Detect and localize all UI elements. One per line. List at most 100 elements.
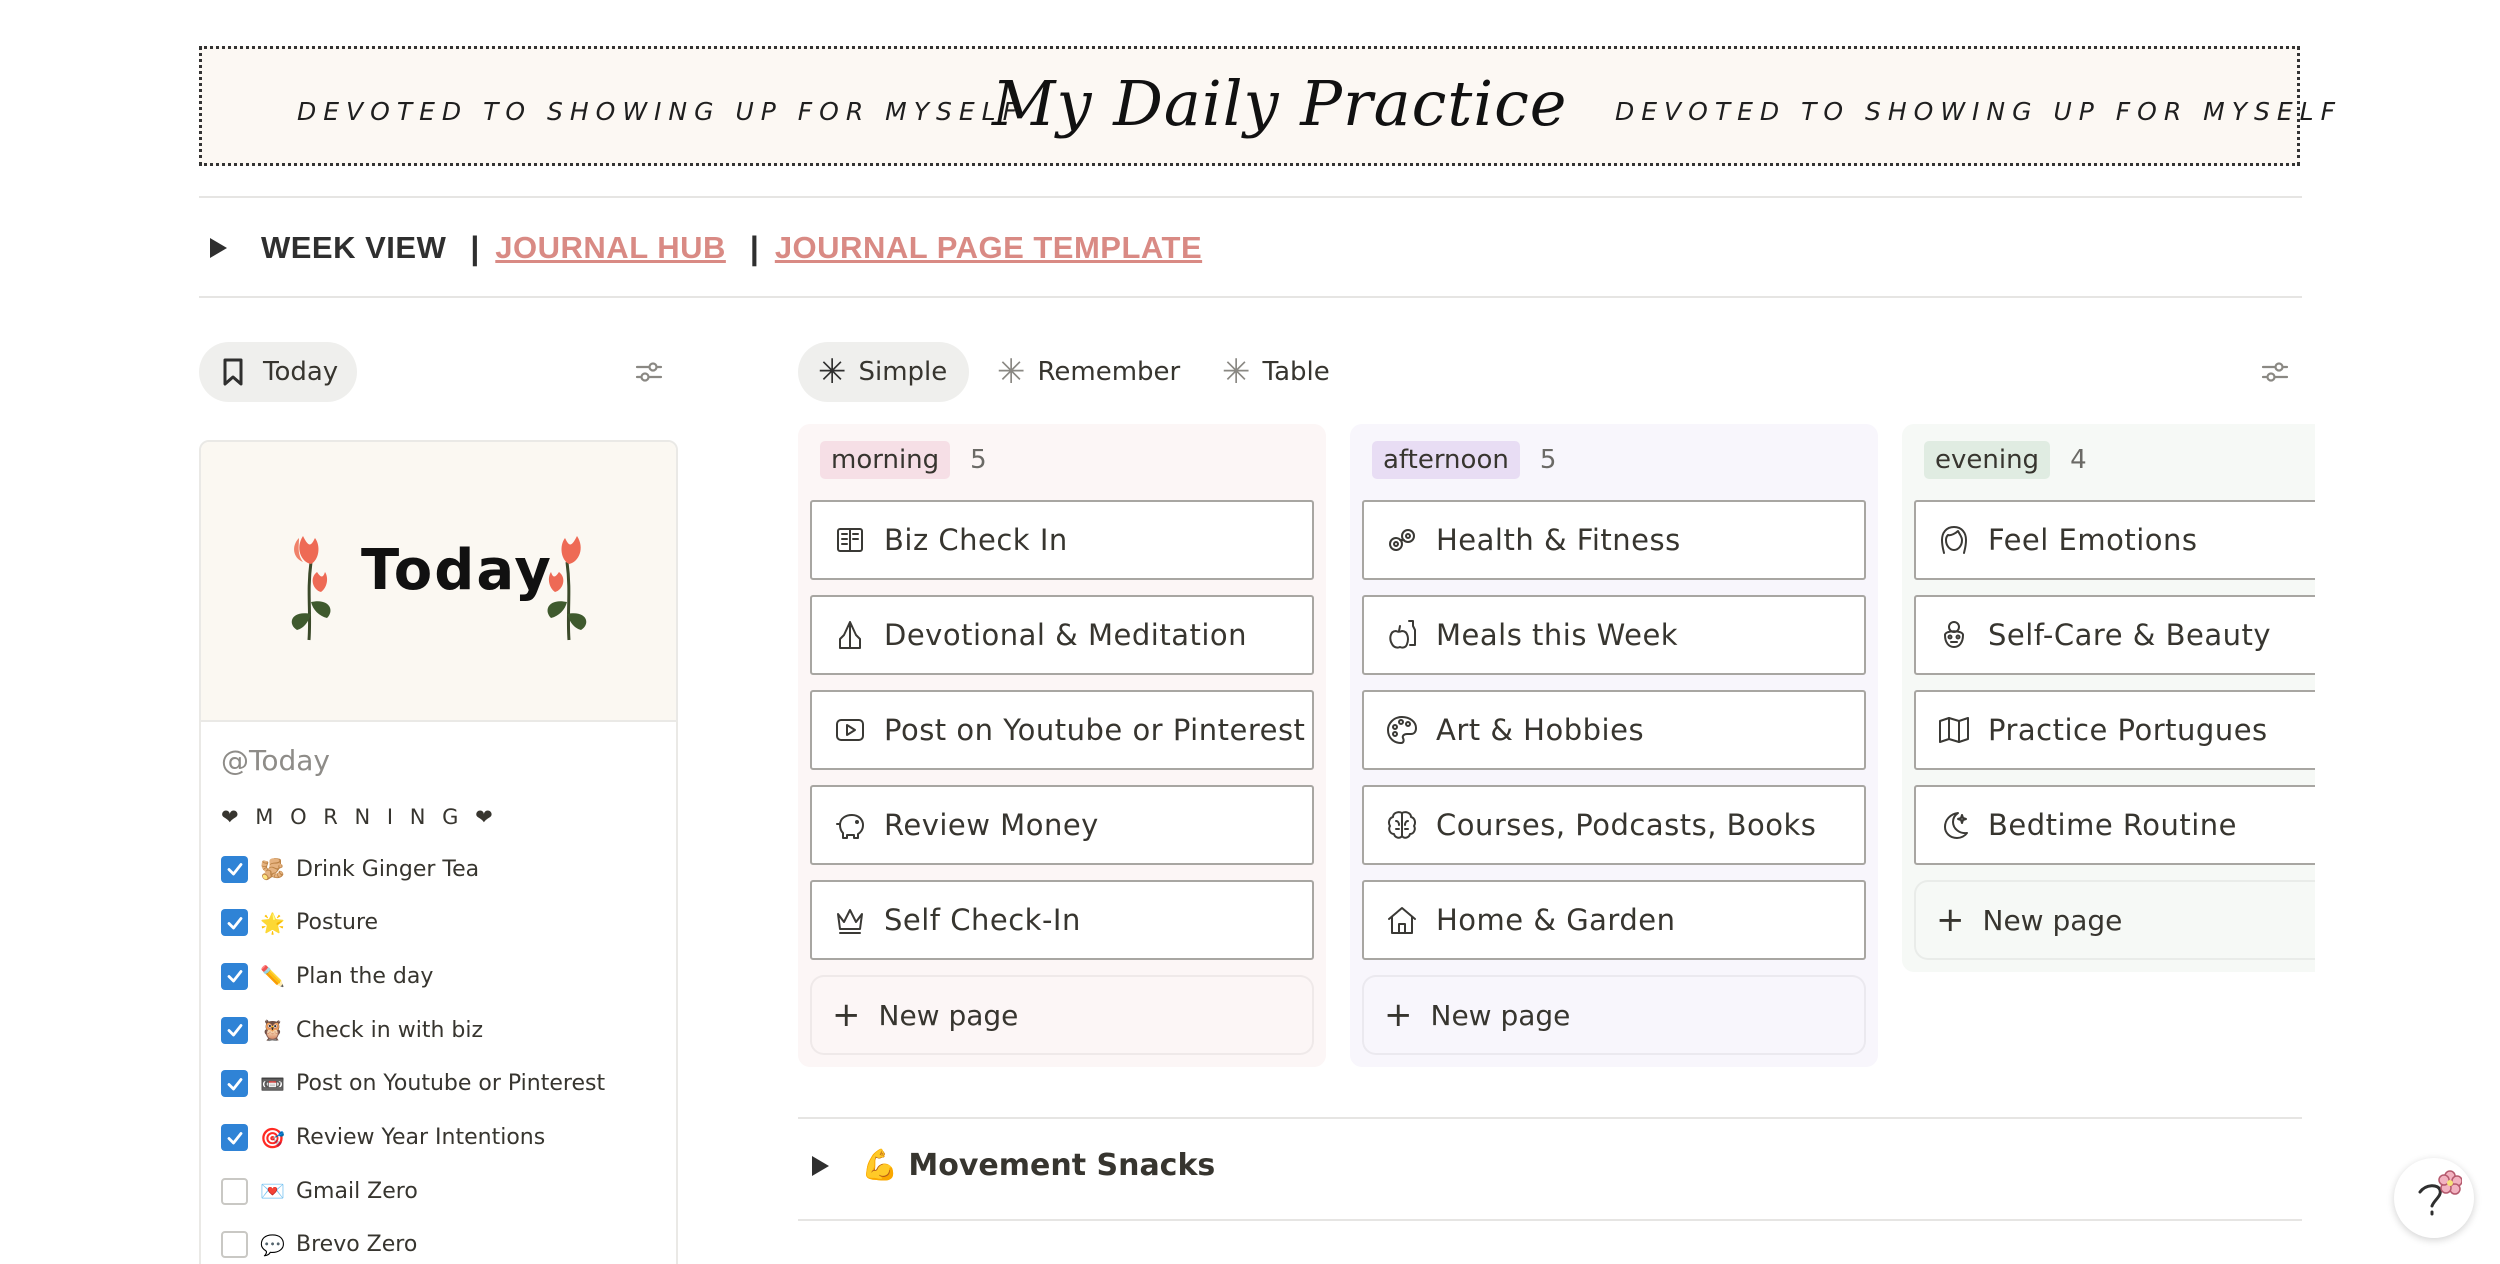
todo-label: Brevo Zero [296,1232,418,1258]
new-page-label: New page [1982,903,2123,937]
filter-settings-icon[interactable] [2259,356,2291,388]
new-page-button[interactable]: + New page [810,975,1314,1055]
column-tag[interactable]: morning [820,441,951,479]
todo-checkbox[interactable] [221,855,248,883]
help-flower-icon [2418,1170,2462,1216]
todo-label: Drink Ginger Tea [296,856,480,882]
board-card[interactable]: Self Check-In [810,880,1314,960]
divider [199,296,2302,298]
toggle-triangle-icon[interactable] [812,1155,829,1176]
plus-icon: + [1384,995,1413,1035]
card-title: Meals this Week [1436,618,1679,652]
tab-label: Table [1262,357,1330,387]
todo-label: Posture [296,910,379,936]
board-card[interactable]: Biz Check In [810,500,1314,580]
todo-checkbox[interactable] [221,1016,248,1044]
face-mask-icon [1944,621,1964,648]
plus-icon: + [1936,900,1965,940]
tab-label: Simple [858,357,948,387]
journal-template-link[interactable]: JOURNAL PAGE TEMPLATE [775,230,1202,266]
todo-emoji: 💌 [260,1179,285,1204]
new-page-button[interactable]: + New page [1914,880,2315,960]
today-mention[interactable]: @Today [221,744,330,777]
board-column-afternoon: afternoon 5 Health & Fitness Meals this Wee… [1350,424,1878,1067]
board-card[interactable]: Bedtime Routine [1914,785,2315,865]
banner-title: My Daily Practice [992,67,1568,140]
banner-right-tagline: DEVOTED TO SHOWING UP FOR MYSELF [1615,97,2342,126]
todo-label: Gmail Zero [296,1178,418,1204]
tulip-icon [291,536,331,641]
tab-table[interactable]: ✳ Table [1222,342,1330,402]
board-card[interactable]: Post on Youtube or Pinterest [810,690,1314,770]
toggle-triangle-icon[interactable] [210,238,227,258]
header-banner: DEVOTED TO SHOWING UP FOR MYSELF My Dail… [199,46,2335,166]
board-view: morning 5 Biz Check In Devotional & Meditat… [798,424,2315,1084]
house-icon [1388,907,1416,934]
apple-bottle-icon [1389,620,1416,649]
today-cover: Today [201,442,676,722]
nav-separator: | [749,229,759,266]
todo-checkbox[interactable] [221,1177,248,1205]
todo-checkbox[interactable] [221,909,248,937]
morning-section-title: ❤ M O R N I N G ❤ [221,805,498,829]
movement-snacks-label: Movement Snacks [908,1148,1216,1183]
todo-checkbox[interactable] [221,962,248,990]
today-card[interactable]: Today @Today ❤ M O R N I N G ❤ 🫚 Drink Gi… [199,440,678,1264]
checkmark-icon [227,1024,242,1037]
todo-emoji: 💬 [260,1232,285,1257]
card-title: Review Money [884,808,1099,842]
checkmark-icon [227,1077,242,1091]
checkmark-icon [227,916,242,930]
board-card[interactable]: Meals this Week [1362,595,1866,675]
column-tag[interactable]: afternoon [1372,441,1520,479]
card-title: Post on Youtube or Pinterest [884,713,1306,747]
tulip-icon [547,536,587,641]
column-tag[interactable]: evening [1924,441,2051,479]
board-card[interactable]: Home & Garden [1362,880,1866,960]
journal-hub-link[interactable]: JOURNAL HUB [495,230,726,266]
todo-label: Plan the day [296,963,434,989]
filter-settings-icon[interactable] [633,356,665,388]
moon-stars-icon [1944,812,1968,839]
tab-simple[interactable]: ✳ Simple [798,342,970,402]
board-card[interactable]: Review Money [810,785,1314,865]
board-card[interactable]: Devotional & Meditation [810,595,1314,675]
divider [798,1219,2302,1221]
view-tab-today[interactable]: Today [199,342,357,402]
column-header: evening 4 [1924,438,2315,482]
crown-icon [837,909,863,934]
card-title: Self-Care & Beauty [1988,618,2272,652]
todo-emoji: ✏️ [260,964,285,989]
play-video-icon [836,719,864,741]
checkmark-icon [227,1131,242,1144]
todo-checkbox[interactable] [221,1124,248,1151]
board-card[interactable]: Feel Emotions [1914,500,2315,580]
asterisk-icon: ✳ [1222,352,1251,392]
help-button[interactable] [2394,1158,2474,1238]
column-count: 5 [1539,445,1557,475]
card-title: Health & Fitness [1436,523,1681,557]
card-title: Biz Check In [884,523,1068,557]
asterisk-icon: ✳ [997,352,1026,392]
board-column-evening: evening 4 Feel Emotions Self-Care & Beauty P… [1902,424,2315,972]
movement-snacks-toggle[interactable]: 💪 Movement Snacks [812,1148,1215,1183]
todo-item: 💌 Gmail Zero [221,1171,418,1211]
week-view-toggle[interactable]: WEEK VIEW [261,230,446,266]
todo-checkbox[interactable] [221,1231,248,1259]
card-title: Practice Portugues [1988,713,2268,747]
todo-item: ✏️ Plan the day [221,956,433,996]
todo-item: 🫚 Drink Ginger Tea [221,849,479,889]
todo-label: Review Year Intentions [296,1125,546,1150]
nav-separator: | [470,229,480,266]
tab-remember[interactable]: ✳ Remember [997,342,1180,402]
board-card[interactable]: Practice Portugues [1914,690,2315,770]
banner-left-tagline: DEVOTED TO SHOWING UP FOR MYSELF [297,97,1024,126]
board-card[interactable]: Art & Hobbies [1362,690,1866,770]
board-card[interactable]: Health & Fitness [1362,500,1866,580]
board-card[interactable]: Self-Care & Beauty [1914,595,2315,675]
todo-item: 🌟 Posture [221,903,378,943]
todo-checkbox[interactable] [221,1070,248,1098]
new-page-button[interactable]: + New page [1362,975,1866,1055]
praying-hands-icon [839,621,861,649]
board-card[interactable]: Courses, Podcasts, Books [1362,785,1866,865]
